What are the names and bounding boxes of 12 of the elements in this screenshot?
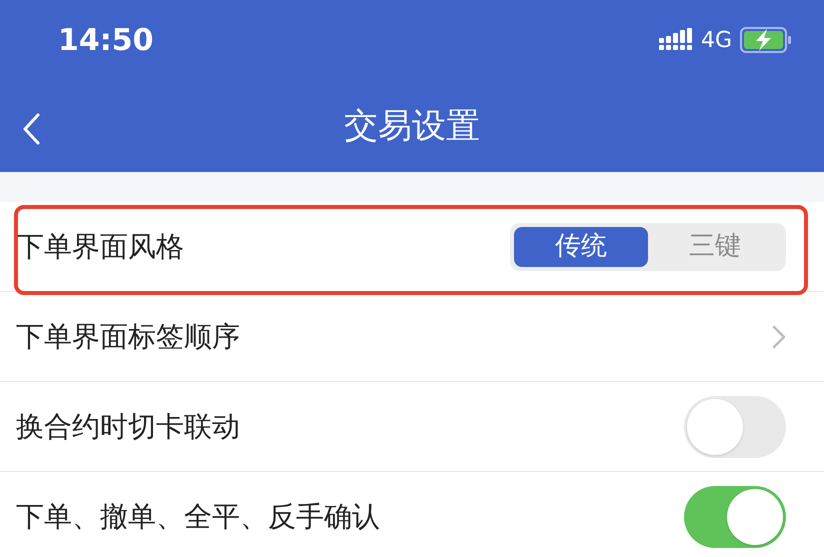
setting-label: 换合约时切卡联动 — [16, 408, 240, 444]
setting-label: 下单、撤单、全平、反手确认 — [16, 498, 380, 534]
segment-option[interactable]: 三键 — [648, 226, 782, 266]
setting-label: 下单界面标签顺序 — [16, 318, 240, 354]
network-label: 4G — [700, 26, 732, 54]
back-icon[interactable] — [22, 113, 40, 145]
signal-icon — [658, 28, 693, 52]
segment-option[interactable]: 传统 — [514, 226, 648, 266]
chevron-icon[interactable] — [772, 324, 786, 348]
page-title: 交易设置 — [344, 104, 480, 148]
status-time: 14:50 — [58, 22, 154, 60]
setting-label: 下单界面风格 — [16, 228, 184, 264]
